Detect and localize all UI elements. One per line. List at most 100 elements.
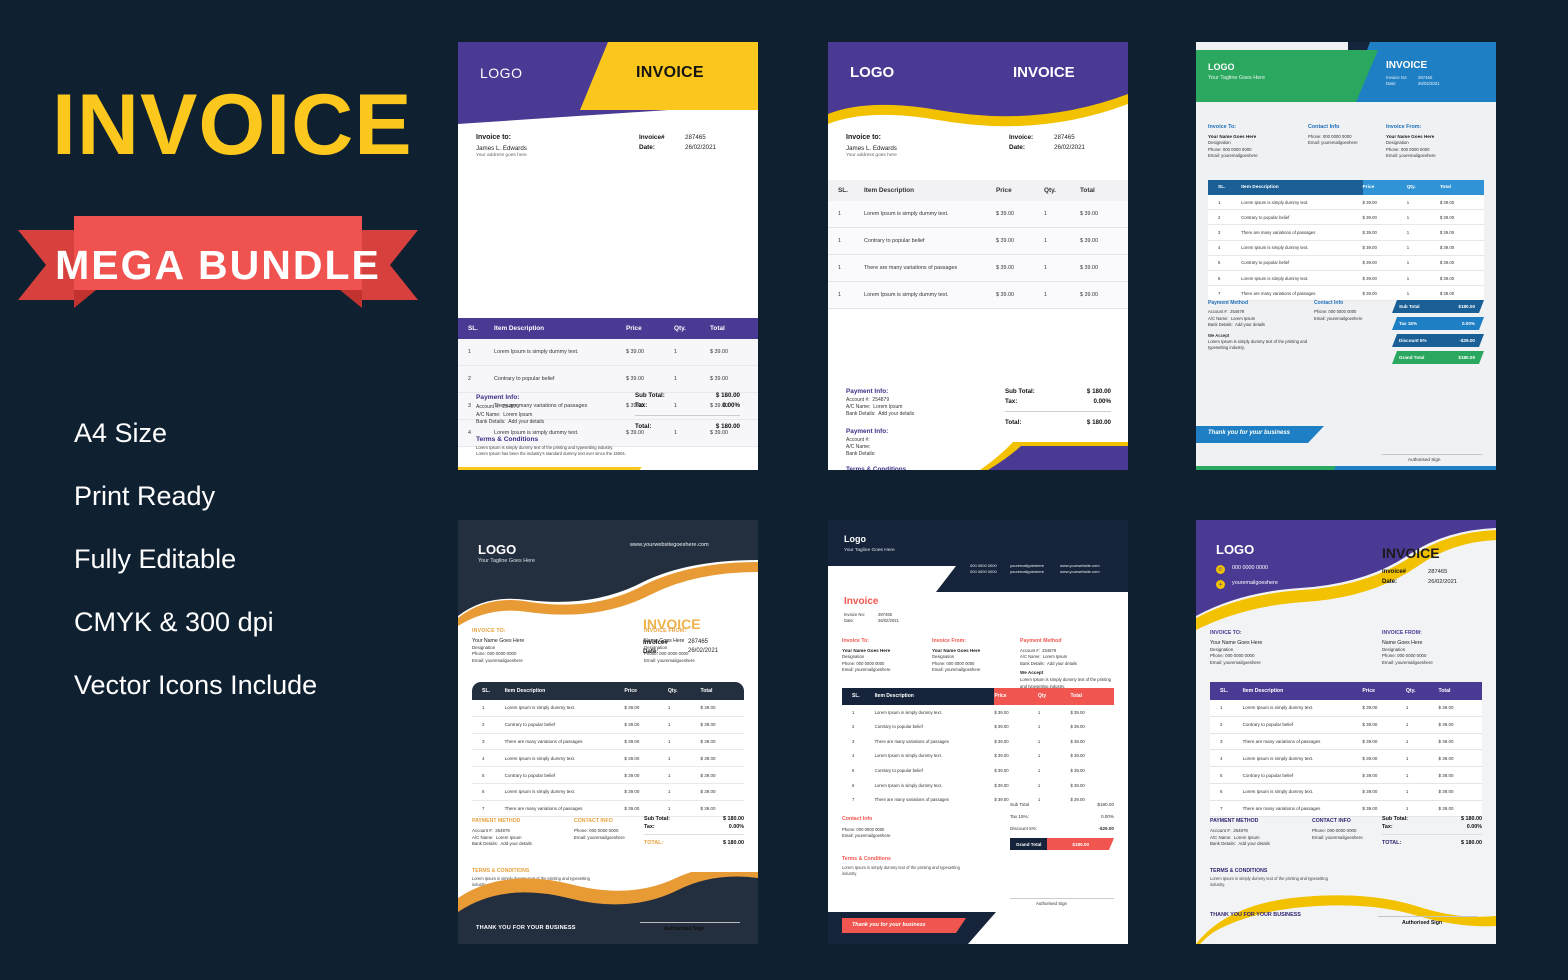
acname-row: A/C Name: Lorem Ipsum: [846, 404, 914, 411]
cell-total: $ 39.00: [700, 766, 744, 784]
cell-total: $ 39.00: [1070, 753, 1085, 759]
contact-info-title: Contact Info: [1314, 300, 1344, 306]
table-row: 6 Lorem Ipsum is simply dummy text. $ 39.0…: [842, 778, 1114, 793]
cell-sl: 4: [1208, 240, 1242, 256]
cell-desc: Contrary to popular belief: [1242, 716, 1363, 734]
items-table: SL. Item Description Price Qty. Total 1L…: [1208, 180, 1484, 302]
cell-sl: 2: [852, 724, 855, 730]
subtotal-value: $ 180.00: [723, 816, 744, 822]
items-body: 1 Lorem Ipsum is simply dummy text. $ 39.0…: [842, 705, 1114, 807]
bank-value: Add your details: [1047, 660, 1078, 666]
invoice-to-label: INVOICE TO:: [472, 628, 506, 634]
total-row: TOTAL: $ 180.00: [1382, 840, 1482, 846]
invoice-template-2[interactable]: LOGO INVOICE Invoice to: James L. Edward…: [828, 42, 1128, 470]
cell-qty: 1: [1044, 201, 1080, 228]
invoice-template-3[interactable]: LOGO Your Tagline Goes Here INVOICE Invo…: [1196, 42, 1496, 470]
cell-desc: There are many variations of passages: [504, 800, 625, 818]
total-value: $ 180.00: [1461, 840, 1482, 846]
grand-total-bar: Grand Total $180.00: [1010, 838, 1114, 850]
invoice-template-4[interactable]: LOGO Your Tagline Goes Here www.yourwebs…: [458, 520, 758, 944]
tax-row: Tax: 0.00%: [644, 824, 744, 830]
invoice-template-1[interactable]: LOGO INVOICE Invoice to: James L. Edward…: [458, 42, 758, 470]
col-price: Price: [624, 682, 668, 700]
grand-total-chip: Grand Total $180.00: [1392, 351, 1484, 364]
table-row: 2 Contrary to popular belief $ 39.00 1 $ 39.…: [1208, 209, 1484, 226]
bank-value: Add your details: [878, 411, 915, 418]
account-label: Account #:: [472, 827, 493, 833]
terms-text: Lorem Ipsum is simply dummy text of the …: [842, 865, 960, 876]
tax-value: 0.00%: [1461, 321, 1475, 326]
table-row: 6 Lorem Ipsum is simply dummy text. $ 39.0…: [1208, 270, 1484, 287]
col-total: Total: [1439, 180, 1484, 195]
poster-canvas: INVOICE MEGA BUNDLE A4 Size Print Ready …: [0, 0, 1568, 980]
discount-value: -$29.00: [1098, 826, 1114, 831]
client-address: Your address goes here: [476, 153, 527, 158]
items-table: SL. Item Description Price Qty. Total 1L…: [472, 682, 744, 818]
cell-qty: 1: [1405, 716, 1439, 734]
cell-sl: 1: [828, 281, 864, 309]
bank-value: Add your details: [1235, 322, 1266, 328]
cell-total: $ 39.00: [710, 365, 758, 393]
header-wave: [458, 520, 758, 626]
acname-value: Lorem Ipsum: [1233, 834, 1260, 840]
table-row: 4 Lorem Ipsum is simply dummy text. $ 39.0…: [1210, 749, 1482, 768]
subtotal-value: $ 180.00: [715, 392, 740, 399]
mega-bundle-ribbon: MEGA BUNDLE: [18, 212, 418, 320]
contact-info-footer: Contact Info Phone: 000 0000 0000 Email:…: [1314, 300, 1362, 322]
col-price: Price: [1362, 682, 1406, 700]
subtotal-value: $180.00: [1458, 304, 1475, 309]
totals-block: Sub Total: $ 180.00 Tax: 0.00% Total: $ 180…: [635, 392, 740, 433]
tax-chip: Tax 15% 0.00%: [1392, 317, 1484, 330]
cell-qty: 1: [1406, 195, 1440, 211]
client-name: Your Name Goes Here: [1208, 133, 1257, 139]
col-total: Total: [710, 318, 758, 339]
table-row: 5 Contrary to popular belief $ 39.00 1 $ 39.…: [1208, 255, 1484, 271]
cell-desc: Lorem Ipsum is simply dummy text.: [504, 783, 625, 801]
invoice-template-6[interactable]: LOGO ✆ 000 0000 0000 ✈ youremailgoeshere…: [1196, 520, 1496, 944]
phone: Phone: 000 0000 0000: [1314, 309, 1357, 315]
table-row: 1 Lorem Ipsum is simply dummy text. $ 39.0…: [472, 700, 744, 717]
invoice-from-label: INVOICE FROM:: [644, 628, 687, 634]
table-row: 1 Contrary to popular belief $ 39.00 1 $…: [828, 227, 1128, 255]
cell-desc: Lorem Ipsum is simply dummy text.: [504, 700, 625, 717]
table-row: 1 Lorem Ipsum is simply dummy text. $ 39…: [828, 281, 1128, 309]
invoice-template-5[interactable]: Logo Your Tagline Goes Here 000 0000 000…: [828, 520, 1128, 944]
cell-price: $ 39.00: [624, 716, 668, 734]
list-item: Vector Icons Include: [74, 670, 318, 700]
cell-sl: 5: [1208, 255, 1242, 271]
phone: Phone: 000 0000 0000: [1308, 133, 1352, 139]
invoice-date-label: Date:: [844, 618, 855, 624]
cell-price: $ 39.00: [996, 254, 1044, 282]
tagline: Your Tagline Goes Here: [1208, 75, 1265, 81]
website-link[interactable]: www.yourwebsitegoeshere.com: [630, 542, 709, 548]
header-phone: 000 0000 0000: [1232, 565, 1268, 571]
cell-price: $ 39.00: [1362, 766, 1406, 784]
items-table-wrap: SL. Item Description Price Qty. Total 1 …: [828, 180, 1128, 309]
authorised-sign-label: Authorised Sign: [1408, 457, 1441, 462]
col-total: Total: [1070, 688, 1114, 705]
promo-panel: INVOICE MEGA BUNDLE A4 Size Print Ready …: [0, 0, 458, 980]
ribbon-label: MEGA BUNDLE: [55, 242, 381, 288]
payment-method-block: Payment Method Account #: 254879 A/C Nam…: [1020, 638, 1116, 690]
grand-total-label: Grand Total: [1010, 838, 1048, 850]
cell-qty: 1: [667, 700, 701, 717]
payment-method-block: PAYMENT METHOD Account #: 254879 A/C Nam…: [1210, 818, 1270, 848]
designation: Designation: [1208, 140, 1231, 146]
subtotal-row: Sub Total $180.00: [1010, 802, 1114, 807]
subtotal-row: Sub Total: $ 180.00: [644, 816, 744, 822]
account-value: 254879: [1230, 309, 1245, 315]
table-row: 3 There are many variations of passages $ …: [472, 733, 744, 751]
total-label: TOTAL:: [1382, 840, 1402, 846]
invoice-number-value: 287465: [1054, 134, 1075, 141]
invoice-from-block: INVOICE FROM: Name Goes Here Designation…: [1382, 630, 1492, 667]
invoice-number-label: Invoice:: [1009, 134, 1034, 141]
email: Email: youremailgoeshere: [1312, 834, 1363, 840]
cell-total: $ 39.00: [1439, 224, 1484, 241]
cell-price: $ 39.00: [996, 281, 1044, 309]
logo: LOGO: [850, 64, 895, 81]
subtotal-row: Sub Total: $ 180.00: [635, 392, 740, 399]
cell-total: $ 39.00: [1080, 201, 1128, 228]
cell-price: $ 39.00: [1362, 270, 1407, 287]
table-row: 7 There are many variations of passages $ …: [472, 800, 744, 818]
list-item: CMYK & 300 dpi: [74, 607, 274, 637]
